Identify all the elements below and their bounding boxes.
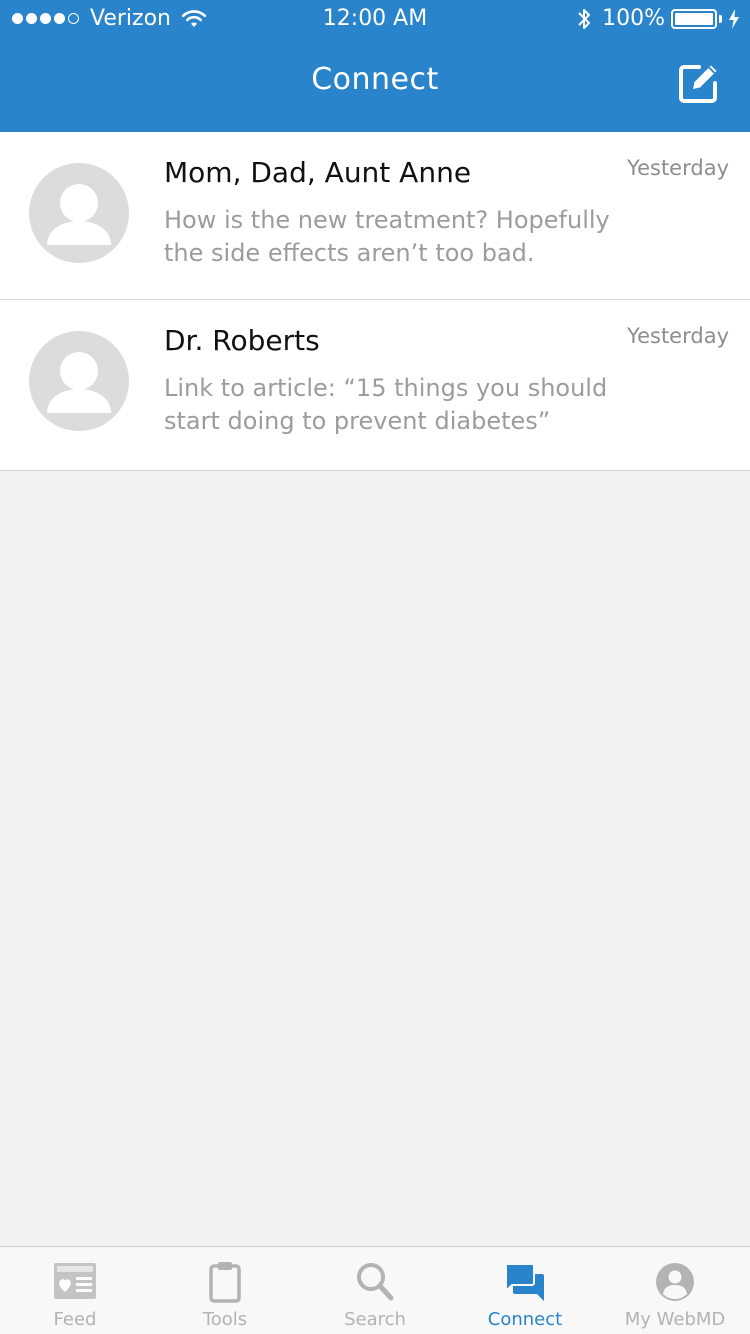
- tab-bar: Feed Tools Search Connect My WebMD: [0, 1246, 750, 1334]
- header: Verizon 12:00 AM 100% Connect: [0, 0, 750, 132]
- tab-label: Connect: [487, 1309, 563, 1330]
- conversation-time: Yesterday: [627, 156, 729, 180]
- tab-label: Tools: [202, 1309, 248, 1330]
- bluetooth-icon: [578, 8, 591, 29]
- conversation-row[interactable]: Mom, Dad, Aunt Anne Yesterday How is the…: [0, 132, 750, 300]
- tab-my-webmd[interactable]: My WebMD: [600, 1247, 750, 1334]
- tab-feed[interactable]: Feed: [0, 1247, 150, 1334]
- chat-bubbles-icon: [505, 1263, 544, 1301]
- battery-fill: [675, 12, 713, 25]
- search-icon: [357, 1263, 394, 1301]
- battery-icon: [671, 8, 717, 29]
- avatar: [29, 331, 129, 431]
- clipboard-icon: [209, 1262, 241, 1303]
- avatar: [29, 163, 129, 263]
- status-right: 100%: [576, 6, 740, 31]
- charging-bolt-icon: [729, 8, 739, 29]
- app-screen: Verizon 12:00 AM 100% Connect Mom, Dad, …: [0, 0, 750, 1334]
- conversation-name: Mom, Dad, Aunt Anne: [164, 156, 472, 189]
- battery-tip: [719, 14, 722, 23]
- status-bar: Verizon 12:00 AM 100%: [0, 0, 750, 40]
- tab-label: Feed: [53, 1309, 97, 1330]
- conversation-time: Yesterday: [627, 324, 729, 348]
- nav-bar: Connect: [0, 40, 750, 132]
- tab-label: Search: [344, 1309, 406, 1330]
- page-title: Connect: [311, 62, 439, 97]
- conversation-name: Dr. Roberts: [164, 324, 320, 357]
- compose-icon[interactable]: [676, 60, 722, 106]
- battery-percent: 100%: [602, 6, 665, 31]
- conversation-preview: Link to article: “15 things you should s…: [164, 374, 608, 435]
- conversation-preview: How is the new treatment? Hopefully the …: [164, 206, 610, 267]
- conversation-row[interactable]: Dr. Roberts Yesterday Link to article: “…: [0, 300, 750, 471]
- tab-tools[interactable]: Tools: [150, 1247, 300, 1334]
- profile-icon: [656, 1263, 694, 1301]
- person-placeholder-icon: [47, 352, 111, 413]
- conversation-list: Mom, Dad, Aunt Anne Yesterday How is the…: [0, 132, 750, 471]
- person-placeholder-icon: [47, 184, 111, 245]
- tab-connect[interactable]: Connect: [450, 1247, 600, 1334]
- feed-icon: [54, 1263, 96, 1299]
- tab-search[interactable]: Search: [300, 1247, 450, 1334]
- tab-label: My WebMD: [624, 1309, 726, 1330]
